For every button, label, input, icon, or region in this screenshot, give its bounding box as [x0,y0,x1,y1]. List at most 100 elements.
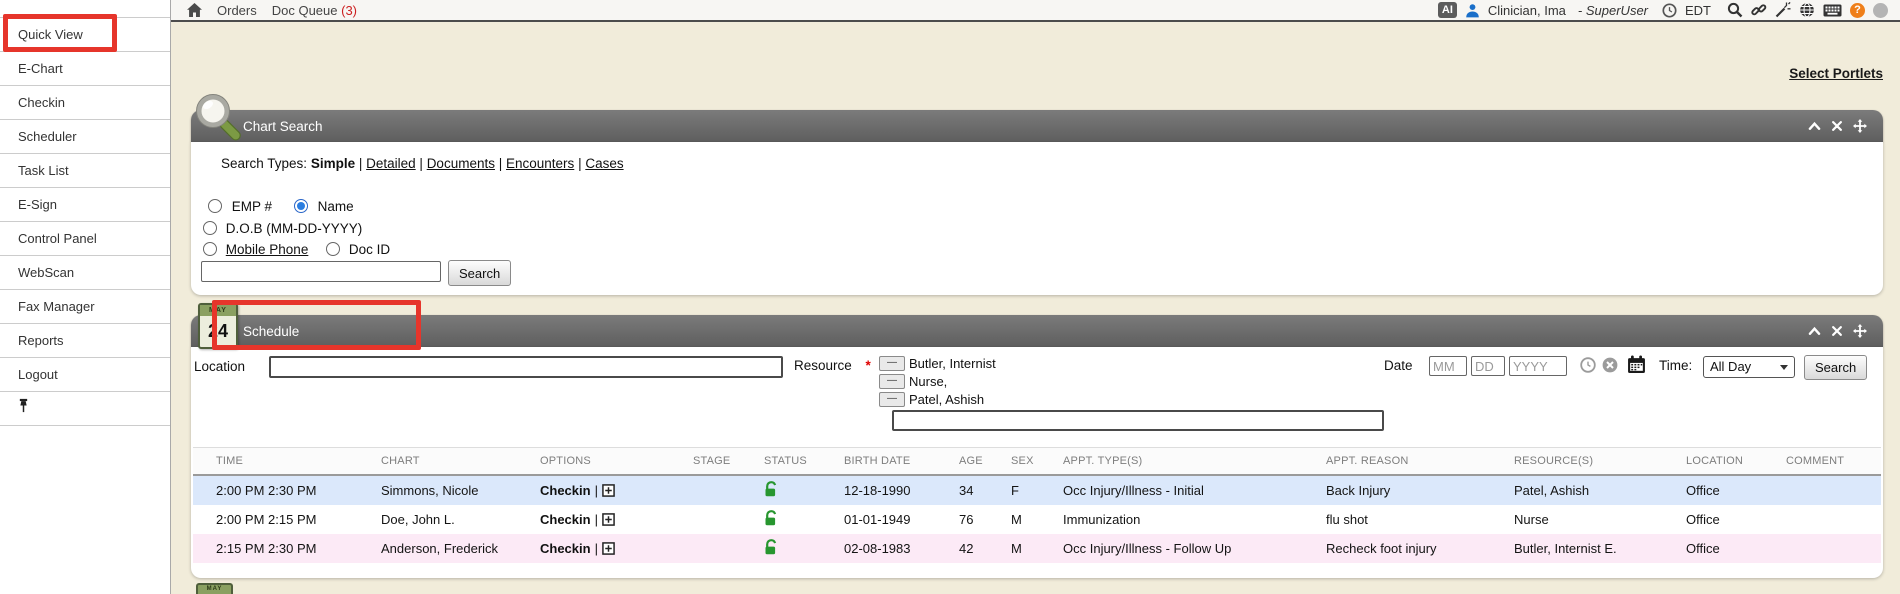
next-portlet-calendar-icon: MAY [196,583,233,594]
move-icon[interactable] [1853,324,1867,338]
radio-mobile-phone[interactable] [203,242,217,256]
ai-badge[interactable]: AI [1438,2,1457,18]
cell-age: 42 [951,534,1003,563]
magnifier-portlet-icon [193,92,245,153]
sidebar-item-e-chart[interactable]: E-Chart [0,52,170,86]
status-circle-icon [1873,3,1888,18]
top-bar-right: AI Clinician, Ima - SuperUser EDT ? [1438,2,1900,18]
time-picker-icon[interactable] [1580,357,1596,373]
top-bar: Orders Doc Queue (3) AI Clinician, Ima -… [171,0,1900,22]
resource-remove-button-3[interactable]: — [879,392,905,407]
cell-appt-type: Immunization [1055,505,1318,534]
col-appt-types: APPT. TYPE(S) [1055,448,1318,476]
unlock-icon[interactable] [764,481,779,497]
help-icon[interactable]: ? [1850,3,1865,18]
cell-stage [685,534,756,563]
home-icon[interactable] [187,3,202,17]
schedule-search-button[interactable]: Search [1804,355,1867,380]
chart-search-portlet-header[interactable]: Chart Search [191,110,1883,142]
link-icon[interactable] [1751,2,1767,18]
keyboard-icon[interactable] [1823,4,1842,17]
resource-label: Resource [794,358,852,373]
schedule-portlet-header[interactable]: Schedule [191,315,1883,347]
top-nav: Orders Doc Queue (3) [171,3,357,18]
unlock-icon[interactable] [764,510,779,526]
resource-filter-input[interactable] [892,410,1384,431]
calendar-picker-icon[interactable] [1627,355,1646,374]
resource-remove-button-1[interactable]: — [879,356,905,371]
radio-doc-id[interactable] [326,242,340,256]
schedule-table: TIME CHART OPTIONS STAGE STATUS BIRTH DA… [193,447,1881,563]
expand-options-icon[interactable] [602,513,615,526]
move-icon[interactable] [1853,119,1867,133]
search-type-encounters[interactable]: Encounters [506,156,574,171]
sidebar-item-task-list[interactable]: Task List [0,154,170,188]
search-type-simple[interactable]: Simple [311,156,355,171]
doc-queue-count: (3) [341,3,357,18]
checkin-link[interactable]: Checkin [540,512,591,527]
user-name: Clinician, Ima [1488,3,1566,18]
radio-dob[interactable] [203,221,217,235]
table-row: 2:00 PM 2:15 PM Doe, John L. Checkin| 01… [193,505,1881,534]
cell-appt-type: Occ Injury/Illness - Follow Up [1055,534,1318,563]
cell-time: 2:15 PM 2:30 PM [193,534,373,563]
search-icon[interactable] [1727,2,1743,18]
sidebar-item-webscan[interactable]: WebScan [0,256,170,290]
time-select[interactable]: All Day [1703,356,1795,378]
collapse-icon[interactable] [1808,325,1821,337]
radio-emp[interactable] [208,199,222,213]
nav-orders[interactable]: Orders [217,3,257,18]
resource-remove-button-2[interactable]: — [879,374,905,389]
date-yyyy-input[interactable] [1509,356,1567,376]
cell-chart: Doe, John L. [373,505,532,534]
resource-item-3: Patel, Ashish [909,392,984,407]
radio-dob-label: D.O.B (MM-DD-YYYY) [226,221,363,236]
chart-search-input[interactable] [201,261,441,282]
checkin-link[interactable]: Checkin [540,541,591,556]
cell-options: Checkin| [532,475,685,505]
checkin-link[interactable]: Checkin [540,483,591,498]
sidebar-item-checkin[interactable]: Checkin [0,86,170,120]
expand-options-icon[interactable] [602,484,615,497]
collapse-icon[interactable] [1808,120,1821,132]
sidebar-item-control-panel[interactable]: Control Panel [0,222,170,256]
col-stage: STAGE [685,448,756,476]
cell-sex: F [1003,475,1055,505]
sidebar-pin-toggle[interactable] [0,392,170,426]
close-icon[interactable] [1831,325,1843,337]
radio-name[interactable] [294,199,308,213]
search-type-documents[interactable]: Documents [427,156,495,171]
table-row: 2:00 PM 2:30 PM Simmons, Nicole Checkin|… [193,475,1881,505]
nav-doc-queue[interactable]: Doc Queue (3) [272,3,357,18]
time-select-value: All Day [1710,359,1751,374]
clear-date-icon[interactable] [1602,357,1618,373]
sidebar: Quick View E-Chart Checkin Scheduler Tas… [0,0,171,594]
date-dd-input[interactable] [1471,356,1505,376]
sidebar-item-scheduler[interactable]: Scheduler [0,120,170,154]
sidebar-item-fax-manager[interactable]: Fax Manager [0,290,170,324]
search-types-row: Search Types: Simple | Detailed | Docume… [221,156,624,171]
location-input[interactable] [269,356,783,378]
expand-options-icon[interactable] [602,542,615,555]
cell-appt-type: Occ Injury/Illness - Initial [1055,475,1318,505]
globe-icon[interactable] [1799,2,1815,18]
cell-time: 2:00 PM 2:15 PM [193,505,373,534]
close-icon[interactable] [1831,120,1843,132]
cell-chart: Simmons, Nicole [373,475,532,505]
chart-search-title: Chart Search [243,119,323,134]
col-birth-date: BIRTH DATE [836,448,951,476]
sidebar-item-e-sign[interactable]: E-Sign [0,188,170,222]
chart-search-button[interactable]: Search [448,260,511,286]
date-mm-input[interactable] [1429,356,1467,376]
wand-icon[interactable] [1775,2,1791,18]
search-type-cases[interactable]: Cases [585,156,623,171]
sidebar-item-logout[interactable]: Logout [0,358,170,392]
schedule-title: Schedule [243,324,299,339]
radio-mobile-phone-label[interactable]: Mobile Phone [226,242,309,257]
sidebar-item-reports[interactable]: Reports [0,324,170,358]
sidebar-item-quick-view[interactable]: Quick View [0,18,170,52]
main-content: Select Portlets Chart Search Search Type… [171,22,1900,594]
select-portlets-link[interactable]: Select Portlets [1789,66,1883,81]
search-type-detailed[interactable]: Detailed [366,156,416,171]
unlock-icon[interactable] [764,539,779,555]
